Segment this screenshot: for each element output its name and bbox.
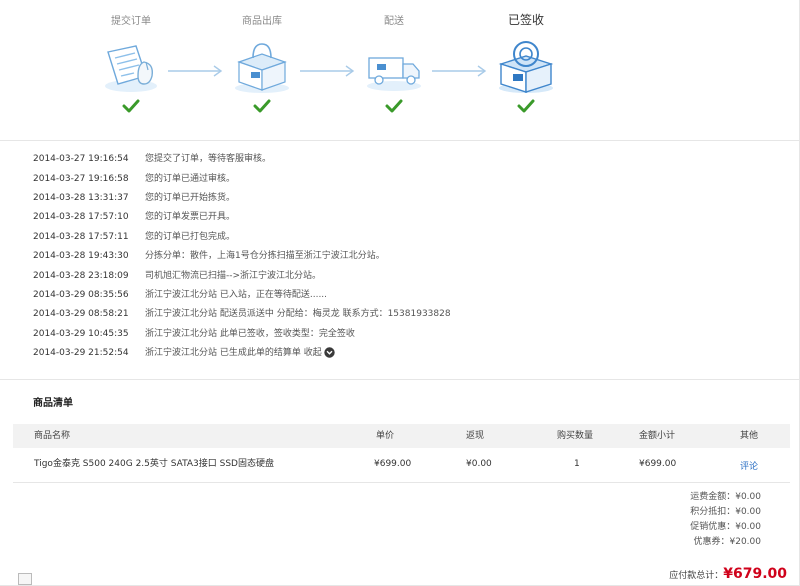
product-price: ¥699.00 (374, 459, 412, 469)
log-time: 2014-03-27 19:16:54 (33, 154, 129, 164)
product-rebate: ¥0.00 (466, 459, 492, 469)
order-form-icon (105, 45, 157, 92)
product-list-title: 商品清单 (33, 398, 73, 409)
log-time: 2014-03-29 08:35:56 (33, 290, 129, 300)
log-text: 您的订单已通过审核。 (145, 174, 236, 184)
checkmark-icon (517, 99, 535, 113)
order-total: 应付款总计：¥679.00 (669, 563, 787, 582)
log-time: 2014-03-28 23:18:09 (33, 271, 129, 281)
corner-handle-icon[interactable] (18, 573, 32, 585)
order-tracking-log: 2014-03-27 19:16:54 您提交了订单，等待客服审核。 2014-… (0, 141, 800, 380)
order-progress: 提交订单 商品出库 配送 已签收 (0, 0, 800, 141)
col-header-subtotal: 金额小计 (639, 431, 676, 441)
col-header-price: 单价 (376, 431, 395, 441)
log-time: 2014-03-29 21:52:54 (33, 348, 129, 358)
step-label-current: 已签收 (507, 13, 544, 27)
log-text: 您的订单发票已开具。 (145, 212, 236, 222)
col-header-rebate: 返现 (466, 431, 485, 441)
col-header-qty: 购买数量 (557, 431, 594, 441)
order-summary: 运费金额：¥0.00 积分抵扣：¥0.00 促销优惠：¥0.00 优惠券：¥20… (561, 490, 761, 550)
product-name: Tigo金泰克 S500 240G 2.5英寸 SATA3接口 SSD固态硬盘 (34, 459, 274, 469)
col-header-name: 商品名称 (34, 431, 71, 441)
log-time: 2014-03-28 19:43:30 (33, 251, 129, 261)
log-text: 浙江宁波江北分站 配送员派送中 分配给：梅灵龙 联系方式：15381933828 (145, 309, 451, 319)
step-label: 商品出库 (242, 16, 282, 27)
log-text: 司机旭汇物流已扫描-->浙江宁波江北分站。 (145, 271, 322, 281)
total-value: ¥679.00 (723, 566, 787, 582)
log-text-content: 浙江宁波江北分站 已生成此单的结算单 收起 (145, 348, 322, 358)
log-text: 分拣分单：散件，上海1号仓分拣扫描至浙江宁波江北分站。 (145, 251, 385, 261)
order-detail-page: 提交订单 商品出库 配送 已签收 2014-03-27 19:16:54 您提交… (0, 0, 800, 586)
log-time: 2014-03-29 08:58:21 (33, 309, 129, 319)
log-time: 2014-03-27 19:16:58 (33, 174, 129, 184)
product-subtotal: ¥699.00 (639, 459, 677, 469)
review-link[interactable]: 评论 (740, 452, 758, 482)
log-time: 2014-03-28 17:57:10 (33, 212, 129, 222)
log-text: 您的订单已打包完成。 (145, 232, 236, 242)
chevron-down-icon[interactable] (324, 347, 335, 358)
table-row: Tigo金泰克 S500 240G 2.5英寸 SATA3接口 SSD固态硬盘 … (13, 449, 790, 483)
promo-discount: 促销优惠：¥0.00 (690, 522, 761, 532)
log-text: 您提交了订单，等待客服审核。 (145, 154, 272, 164)
points-deduction: 积分抵扣：¥0.00 (690, 507, 761, 517)
col-header-other: 其他 (740, 431, 759, 441)
log-time: 2014-03-28 13:31:37 (33, 193, 129, 203)
checkmark-icon (385, 99, 403, 113)
package-icon (235, 43, 289, 93)
signed-package-icon (498, 41, 554, 93)
log-text: 您的订单已开始拣货。 (145, 193, 236, 203)
log-time: 2014-03-28 17:57:11 (33, 232, 129, 242)
log-text: 浙江宁波江北分站 已生成此单的结算单 收起 (145, 344, 335, 363)
log-text: 浙江宁波江北分站 此单已签收，签收类型：完全签收 (145, 329, 355, 339)
coupon-amount: 优惠券：¥20.00 (693, 537, 762, 547)
arrow-right-icon (300, 65, 355, 77)
step-label: 配送 (384, 16, 404, 27)
log-time: 2014-03-29 10:45:35 (33, 329, 129, 339)
arrow-right-icon (432, 65, 487, 77)
step-label: 提交订单 (111, 16, 151, 27)
shipping-amount: 运费金额：¥0.00 (690, 492, 761, 502)
delivery-truck-icon (367, 57, 421, 91)
checkmark-icon (122, 99, 140, 113)
product-table-header: 商品名称 单价 返现 购买数量 金额小计 其他 (13, 424, 790, 448)
product-qty: 1 (574, 459, 580, 469)
arrow-right-icon (168, 65, 223, 77)
checkmark-icon (253, 99, 271, 113)
total-label: 应付款总计： (669, 571, 724, 581)
log-text: 浙江宁波江北分站 已入站，正在等待配送...... (145, 290, 328, 300)
